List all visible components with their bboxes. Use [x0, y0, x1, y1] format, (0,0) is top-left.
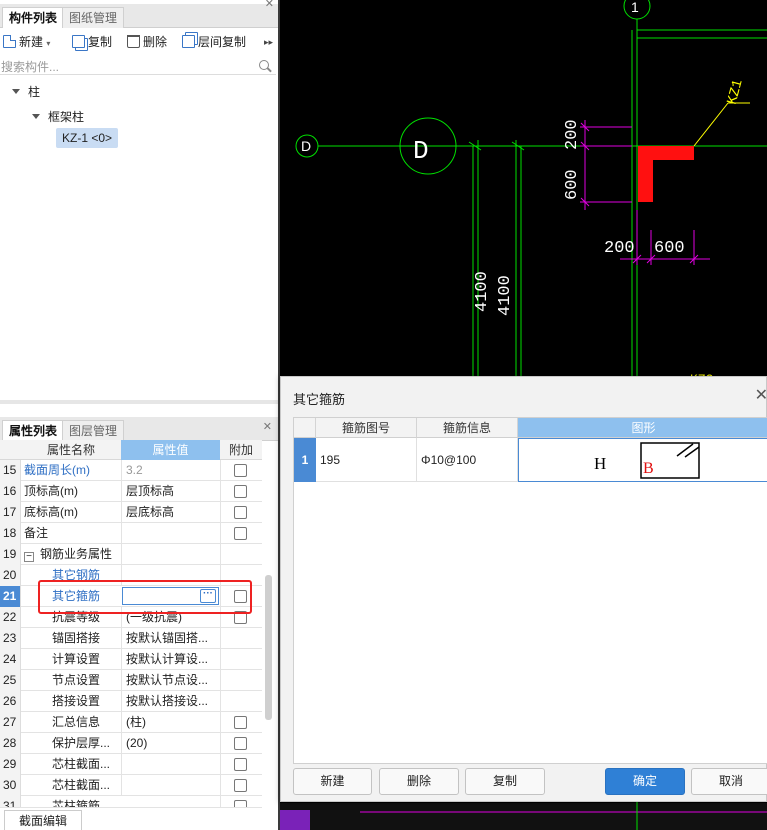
dim-200-vertical: 200 [563, 119, 582, 150]
new-button[interactable]: 新建 ▾ [3, 33, 50, 51]
other-stirrup-dialog: 其它箍筋 ✕ 箍筋图号 箍筋信息 图形 1 195 Φ10@100 H B 新建… [280, 376, 767, 802]
column-label-kz1: KZ1 [725, 78, 747, 107]
extra-checkbox[interactable] [234, 737, 247, 750]
close-icon[interactable]: ✕ [755, 385, 767, 405]
new-file-icon [3, 35, 16, 48]
dim-4100-b: 4100 [496, 275, 515, 316]
panel-splitter[interactable] [0, 400, 278, 404]
header-property-value: 属性值 [121, 440, 220, 460]
dim-4100-a: 4100 [473, 271, 492, 312]
property-row[interactable]: 17 底标高(m) 层底标高 [0, 502, 262, 523]
property-row[interactable]: 16 顶标高(m) 层顶标高 [0, 481, 262, 502]
copy-button[interactable]: 复制 [72, 33, 112, 51]
cancel-button[interactable]: 取消 [691, 768, 767, 795]
column-kz1-shape [638, 146, 694, 202]
property-row[interactable]: 24 计算设置 按默认计算设... [0, 649, 262, 670]
axis-circle-label: D [413, 136, 429, 166]
extra-checkbox[interactable] [234, 485, 247, 498]
tree-node-kz1[interactable]: KZ-1 <0> [56, 128, 119, 148]
header-property-name: 属性名称 [46, 443, 95, 457]
close-icon[interactable]: ✕ [265, 0, 274, 11]
trash-icon [127, 35, 140, 48]
property-tabbar: 属性列表 图层管理 ✕ [0, 417, 278, 441]
row-number[interactable]: 1 [294, 438, 316, 482]
collapse-icon[interactable]: − [24, 552, 34, 562]
dim-600-horizontal: 600 [654, 239, 685, 258]
tree-node-frame-column[interactable]: 框架柱 [32, 108, 84, 125]
expand-icon[interactable] [12, 89, 20, 94]
property-row[interactable]: 27 汇总信息 (柱) [0, 712, 262, 733]
extra-checkbox[interactable] [234, 779, 247, 792]
delete-stirrup-button[interactable]: 删除 [379, 768, 459, 795]
extra-checkbox[interactable] [234, 758, 247, 771]
tab-drawing-management[interactable]: 图纸管理 [62, 7, 125, 28]
stirrup-table: 箍筋图号 箍筋信息 图形 1 195 Φ10@100 H B [293, 417, 767, 764]
dialog-title: 其它箍筋 [293, 392, 346, 407]
property-row[interactable]: 28 保护层厚... (20) [0, 733, 262, 754]
extra-checkbox[interactable] [234, 527, 247, 540]
ok-button[interactable]: 确定 [605, 768, 685, 795]
floor-copy-icon [182, 35, 195, 48]
property-scrollbar[interactable] [265, 575, 272, 720]
highlight-annotation [38, 580, 252, 614]
copy-stirrup-button[interactable]: 复制 [465, 768, 545, 795]
close-icon[interactable]: ✕ [263, 420, 272, 434]
component-toolbar: 新建 ▾ 复制 删除 层间复制 ▸▸ [0, 28, 278, 56]
property-row[interactable]: 18 备注 [0, 523, 262, 544]
property-row[interactable]: 30 芯柱截面... [0, 775, 262, 796]
property-grid-header: 属性名称 属性值 附加 [0, 440, 262, 460]
header-stirrup-no: 箍筋图号 [316, 418, 417, 438]
extra-checkbox[interactable] [234, 800, 247, 807]
tab-section-edit[interactable]: 截面编辑 [4, 810, 83, 830]
axis-label-d: D [301, 138, 311, 154]
dim-200-horizontal: 200 [604, 239, 635, 258]
component-search-input[interactable]: 搜索构件... [0, 57, 276, 75]
property-row[interactable]: 15 截面周长(m) 3.2 [0, 460, 262, 481]
floor-copy-button[interactable]: 层间复制 [182, 33, 246, 51]
property-row[interactable]: 26 搭接设置 按默认搭接设... [0, 691, 262, 712]
stirrup-no-cell[interactable]: 195 [316, 438, 417, 482]
shape-label-h: H [594, 454, 606, 473]
shape-label-b: B [643, 460, 654, 477]
header-stirrup-info: 箍筋信息 [417, 418, 518, 438]
delete-button[interactable]: 删除 [127, 33, 167, 51]
component-tabbar: 构件列表 图纸管理 [0, 4, 278, 28]
property-row[interactable]: 23 锚固搭接 按默认锚固搭... [0, 628, 262, 649]
property-row[interactable]: 31 芯柱箍筋 [0, 796, 262, 808]
stirrup-info-cell[interactable]: Φ10@100 [417, 438, 518, 482]
expand-icon[interactable] [32, 114, 40, 119]
header-extra: 附加 [228, 443, 253, 457]
extra-checkbox[interactable] [234, 506, 247, 519]
property-row[interactable]: 19 − 钢筋业务属性 [0, 544, 262, 565]
property-row[interactable]: 25 节点设置 按默认节点设... [0, 670, 262, 691]
header-shape: 图形 [518, 418, 767, 438]
stirrup-shape-cell[interactable]: H B [518, 438, 767, 482]
tab-property-list[interactable]: 属性列表 [2, 420, 65, 441]
tree-node-column[interactable]: 柱 [12, 83, 40, 100]
more-tools-icon[interactable]: ▸▸ [264, 33, 273, 51]
dropdown-arrow-icon[interactable]: ▾ [46, 39, 50, 48]
left-panel: 构件列表 图纸管理 新建 ▾ 复制 删除 层间复制 ▸▸ 搜索构件... 柱 框… [0, 0, 280, 830]
search-icon[interactable] [259, 60, 269, 70]
property-row[interactable]: 29 芯柱截面... [0, 754, 262, 775]
dim-600-vertical: 600 [563, 169, 582, 200]
tab-component-list[interactable]: 构件列表 [2, 7, 65, 28]
copy-icon [72, 35, 85, 48]
axis-label-1: 1 [631, 0, 639, 15]
tab-layer-management[interactable]: 图层管理 [62, 420, 125, 441]
extra-checkbox[interactable] [234, 464, 247, 477]
extra-checkbox[interactable] [234, 716, 247, 729]
stirrup-shape-drawing: H B [594, 442, 700, 479]
new-stirrup-button[interactable]: 新建 [293, 768, 372, 795]
